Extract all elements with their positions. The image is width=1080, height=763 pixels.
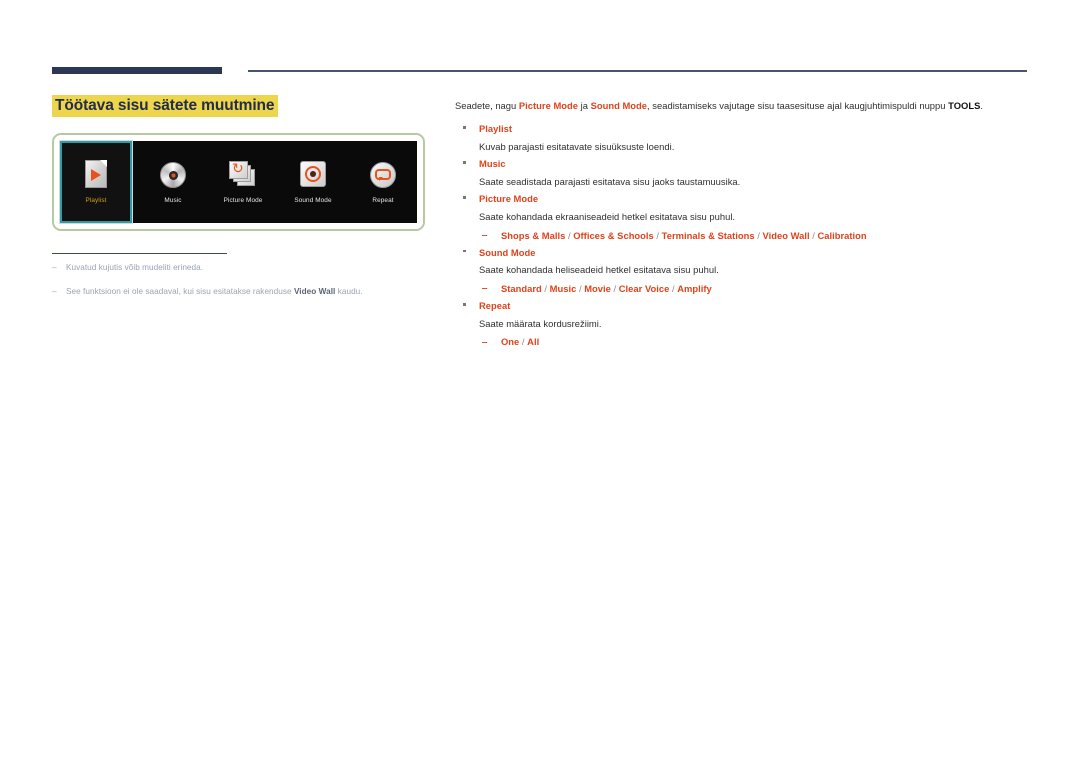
menu-item-music[interactable]: Music [138,141,208,223]
intro-part-1: Seadete, nagu [455,100,519,111]
bullet-dot-icon [463,161,466,164]
intro-part-2: ja [578,100,591,111]
music-disc-icon [158,160,188,190]
left-column: Töötava sisu sätete muutmine [52,95,432,117]
bullet-description: Kuvab parajasti esitatavate sisuüksuste … [479,140,675,152]
menu-item-label: Playlist [85,197,107,204]
option-value: Amplify [677,282,712,294]
menu-item-playlist[interactable]: Playlist [59,140,133,224]
intro-part-3: , seadistamiseks vajutage sisu taasesitu… [647,100,949,111]
bullet-repeat: Repeat Saate määrata kordusrežiimi. ‒ One… [455,299,1030,349]
intro-term-sound-mode: Sound Mode [590,100,648,111]
bullet-dot-icon [463,196,466,200]
menu-item-label: Music [164,197,182,204]
intro-term-tools: TOOLS [948,100,981,111]
bullet-title: Repeat [479,299,511,311]
footnote-item: ‒ See funktsioon ei ole saadaval, kui sis… [52,286,432,298]
bullet-options: ‒ Standard / Music / Movie / Clear Voice … [479,282,1030,296]
options-list: One / All [501,336,539,347]
picture-mode-cards-refresh-icon: ↻ [228,160,258,190]
footnote-dash: ‒ [52,287,57,297]
footnote-text: See funktsioon ei ole saadaval, kui sisu… [66,287,294,297]
footnote-list: ‒ Kuvatud kujutis võib mudeliti erineda. … [52,262,432,311]
footnote-divider [52,253,227,255]
bullet-description: Saate kohandada ekraaniseadeid hetkel es… [479,211,736,222]
bullet-description: Saate kohandada heliseadeid hetkel esita… [479,264,719,276]
footnote-dash: ‒ [52,263,57,272]
bullet-options: ‒ Shops & Malls / Offices & Schools / Ter… [479,229,1030,243]
header-rule-thick [52,67,222,74]
options-list: Shops & Malls / Offices & Schools / Term… [501,230,867,241]
bullet-title: Picture Mode [479,193,539,205]
option-value: All [527,336,540,348]
bullet-music: Music Saate seadistada parajasti esitata… [455,157,1030,189]
option-value: Calibration [817,229,867,241]
option-value: Terminals & Stations [661,229,755,241]
option-separator: / [519,336,528,348]
footnote-item: ‒ Kuvatud kujutis võib mudeliti erineda. [52,262,432,274]
sound-mode-dial-icon [298,160,328,190]
intro-paragraph: Seadete, nagu Picture Mode ja Sound Mode… [455,99,1030,113]
sub-dash: ‒ [482,335,488,347]
option-value: Music [549,282,577,294]
option-separator: / [541,282,550,294]
playlist-page-play-icon [81,160,111,190]
bullet-sound-mode: Sound Mode Saate kohandada heliseadeid h… [455,246,1030,296]
option-value: One [501,336,520,348]
footnote-emphasis: Video Wall [293,287,336,297]
bullet-options: ‒ One / All [479,335,1030,349]
option-separator: / [610,282,619,294]
option-value: Video Wall [762,229,810,241]
right-column: Seadete, nagu Picture Mode ja Sound Mode… [455,99,1030,352]
bullet-dot-icon [463,126,466,129]
footnote-text-tail: kaudu. [335,287,363,297]
menu-item-sound-mode[interactable]: Sound Mode [278,141,348,223]
menu-item-label: Repeat [372,197,394,204]
option-separator: / [653,229,662,241]
bullet-dot-icon [463,302,466,306]
bullet-picture-mode: Picture Mode Saate kohandada ekraanisead… [455,192,1030,242]
menu-item-repeat[interactable]: Repeat [348,141,418,223]
device-ui-screenshot-panel: Playlist Music ↻ Picture Mode Sound Mode… [52,133,425,231]
page-title: Töötava sisu sätete muutmine [52,95,279,117]
bullet-title: Music [479,158,506,170]
menu-item-picture-mode[interactable]: ↻ Picture Mode [208,141,278,223]
option-separator: / [754,229,763,241]
sub-dash: ‒ [482,282,488,294]
intro-part-4: . [980,100,983,111]
bullet-title: Playlist [479,123,512,135]
device-menu-bar: Playlist Music ↻ Picture Mode Sound Mode… [59,140,418,224]
bullet-description: Saate määrata kordusrežiimi. [479,317,602,329]
option-value: Movie [584,282,611,294]
menu-item-label: Sound Mode [294,197,332,204]
option-value: Shops & Malls [501,229,566,241]
repeat-loop-icon [368,160,398,190]
bullet-title: Sound Mode [479,246,536,258]
option-value: Clear Voice [618,282,670,294]
sub-dash: ‒ [482,229,488,241]
header-rule-thin [248,70,1027,72]
menu-item-label: Picture Mode [223,197,263,204]
option-value: Standard [501,282,542,294]
options-list: Standard / Music / Movie / Clear Voice /… [501,283,712,294]
bullet-dot-icon [463,249,466,253]
option-value: Offices & Schools [573,229,654,241]
bullet-playlist: Playlist Kuvab parajasti esitatavate sis… [455,122,1030,154]
bullet-description: Saate seadistada parajasti esitatava sis… [479,175,741,187]
intro-term-picture-mode: Picture Mode [518,100,578,111]
footnote-text: Kuvatud kujutis võib mudeliti erineda. [66,263,204,272]
